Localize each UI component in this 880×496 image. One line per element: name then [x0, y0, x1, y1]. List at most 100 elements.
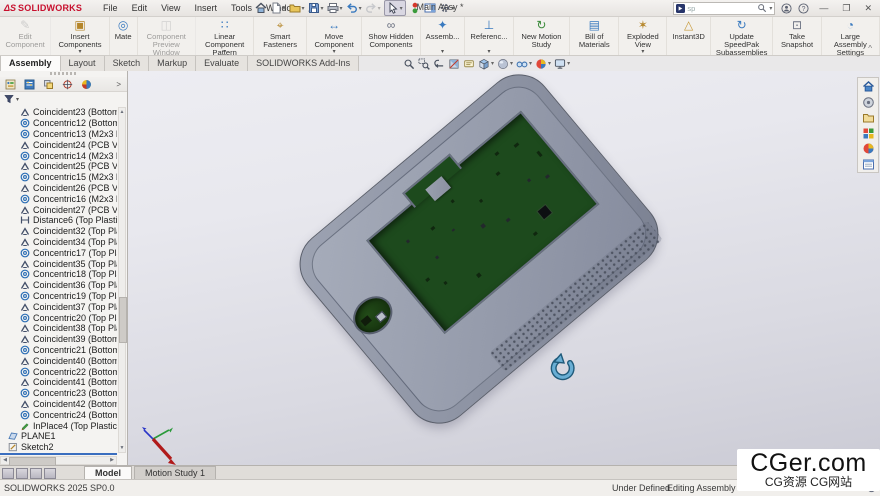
tree-item-sketch2[interactable]: Sketch2: [0, 442, 117, 453]
redo-dropdown-icon[interactable]: ▾: [378, 5, 381, 12]
view-orientation-icon[interactable]: ▾: [478, 58, 494, 70]
ribbon-dropdown-icon[interactable]: ▾: [223, 48, 226, 55]
print-dropdown-icon[interactable]: ▾: [340, 5, 343, 12]
ribbon-button-referenc[interactable]: ⊥Referenc...▾: [465, 17, 513, 55]
custom-properties-icon[interactable]: [862, 158, 875, 171]
tab-evaluate[interactable]: Evaluate: [195, 55, 248, 71]
ribbon-dropdown-icon[interactable]: ▾: [641, 48, 644, 55]
menu-edit[interactable]: Edit: [125, 3, 155, 13]
ribbon-collapse-button[interactable]: ^: [868, 44, 872, 53]
search-input[interactable]: sp ▾: [673, 2, 775, 15]
ribbon-button-update-speedpak-subassemblies[interactable]: ↻Update SpeedPak Subassemblies: [711, 17, 774, 55]
menu-view[interactable]: View: [154, 3, 187, 13]
tree-item-coincident38[interactable]: Coincident38 (Top Plastic P: [0, 323, 117, 334]
animation-control-button[interactable]: [16, 468, 28, 479]
tree-item-concentric16[interactable]: Concentric16 (M2x3 brass ir: [0, 193, 117, 204]
zoom-to-fit-icon[interactable]: [403, 58, 415, 70]
open-dropdown-icon[interactable]: ▾: [302, 5, 305, 12]
undo-dropdown-icon[interactable]: ▾: [359, 5, 362, 12]
task-pane-toggle-icon[interactable]: [424, 1, 436, 15]
rollback-bar[interactable]: [0, 453, 117, 455]
ribbon-button-smart-fasteners[interactable]: ⌖Smart Fasteners: [254, 17, 307, 55]
minimize-button[interactable]: —: [815, 3, 832, 13]
scroll-left-icon[interactable]: ◀: [1, 457, 9, 464]
panel-expand-icon[interactable]: >: [116, 80, 121, 89]
tree-item-concentric17[interactable]: Concentric17 (Top Plastic P: [0, 247, 117, 258]
ribbon-button-new-motion-study[interactable]: ↻New Motion Study: [514, 17, 571, 55]
ribbon-button-show-hidden-components[interactable]: ∞Show Hidden Components: [362, 17, 420, 55]
help-icon[interactable]: ?: [798, 3, 809, 14]
appearances-scenes-icon[interactable]: [862, 142, 875, 155]
account-icon[interactable]: [781, 3, 792, 14]
tree-item-coincident35[interactable]: Coincident35 (Top Plastic P: [0, 258, 117, 269]
tree-item-concentric22[interactable]: Concentric22 (Bottom plast: [0, 366, 117, 377]
propertymanager-tab-icon[interactable]: [24, 79, 35, 90]
ribbon-button-exploded-view[interactable]: ✶Exploded View▾: [619, 17, 667, 55]
tree-item-coincident36[interactable]: Coincident36 (Top Plastic P: [0, 280, 117, 291]
design-library-icon[interactable]: [862, 96, 875, 109]
select-cursor-icon[interactable]: ▾: [384, 0, 406, 16]
model-tab-model[interactable]: Model: [84, 466, 132, 480]
options-gear-dropdown-icon[interactable]: ▾: [452, 5, 455, 12]
dynamic-annotation-views-icon[interactable]: [463, 58, 475, 70]
ribbon-dropdown-icon[interactable]: ▾: [441, 48, 444, 55]
tree-item-distance6[interactable]: Distance6 (Top Plastic Part-: [0, 215, 117, 226]
tree-item-plane1[interactable]: PLANE1: [0, 431, 117, 442]
print-icon[interactable]: ▾: [327, 1, 343, 15]
file-explorer-icon[interactable]: [862, 111, 875, 124]
animation-control-button[interactable]: [2, 468, 14, 479]
graphics-area[interactable]: [128, 71, 880, 465]
tree-item-coincident37[interactable]: Coincident37 (Top Plastic P: [0, 301, 117, 312]
close-button[interactable]: ✕: [860, 3, 876, 14]
hide-show-items-icon[interactable]: ▾: [516, 58, 532, 70]
tree-item-concentric13[interactable]: Concentric13 (M2x3 brass ir: [0, 129, 117, 140]
tree-item-coincident27[interactable]: Coincident27 (PCB V2.0<1>: [0, 204, 117, 215]
tree-item-concentric12[interactable]: Concentric12 (Bottom plast: [0, 118, 117, 129]
vertical-scroll-thumb[interactable]: [119, 297, 127, 343]
scroll-right-icon[interactable]: ▶: [108, 457, 116, 464]
search-type-icon[interactable]: [676, 4, 685, 13]
open-icon[interactable]: ▾: [289, 1, 305, 15]
menu-file[interactable]: File: [96, 3, 125, 13]
tab-markup[interactable]: Markup: [148, 55, 196, 71]
tree-item-coincident41[interactable]: Coincident41 (Bottom plast: [0, 377, 117, 388]
tree-item-concentric20[interactable]: Concentric20 (Top Plastic P: [0, 312, 117, 323]
panel-grip[interactable]: [50, 72, 76, 75]
new-document-icon[interactable]: ▾: [270, 1, 286, 15]
ribbon-button-take-snapshot[interactable]: ⊡Take Snapshot: [773, 17, 821, 55]
display-style-dropdown-icon[interactable]: ▾: [510, 60, 513, 67]
ribbon-button-linear-component-pattern[interactable]: ∷Linear Component Pattern▾: [196, 17, 254, 55]
ribbon-button-instant3d[interactable]: △Instant3D: [667, 17, 711, 55]
edit-appearance-dropdown-icon[interactable]: ▾: [548, 60, 551, 67]
ribbon-button-bill-of-materials[interactable]: ▤Bill of Materials: [570, 17, 619, 55]
undo-icon[interactable]: ▾: [346, 1, 362, 15]
view-settings-dropdown-icon[interactable]: ▾: [567, 60, 570, 67]
new-document-dropdown-icon[interactable]: ▾: [283, 5, 286, 12]
scroll-down-icon[interactable]: ▼: [119, 444, 125, 452]
assembly-model[interactable]: [286, 71, 673, 437]
featuremanager-tab-icon[interactable]: [5, 79, 16, 90]
view-orientation-dropdown-icon[interactable]: ▾: [491, 60, 494, 67]
filter-dropdown-icon[interactable]: ▾: [16, 96, 19, 103]
animation-control-button[interactable]: [44, 468, 56, 479]
ribbon-button-mate[interactable]: ◎Mate: [110, 17, 138, 55]
tab-solidworks-add-ins[interactable]: SOLIDWORKS Add-Ins: [247, 55, 359, 71]
tree-item-coincident40[interactable]: Coincident40 (Bottom plast: [0, 355, 117, 366]
tree-item-coincident23[interactable]: Coincident23 (Bottom plast: [0, 107, 117, 118]
tree-item-inplace4[interactable]: InPlace4 (Top Plastic Part<2: [0, 420, 117, 431]
tree-vertical-scrollbar[interactable]: ▲ ▼: [118, 107, 126, 453]
search-dropdown[interactable]: ▾: [769, 5, 772, 12]
tree-item-concentric23[interactable]: Concentric23 (Bottom plast: [0, 388, 117, 399]
displaymanager-tab-icon[interactable]: [81, 79, 92, 90]
configurationmanager-tab-icon[interactable]: [43, 79, 54, 90]
tree-item-concentric24[interactable]: Concentric24 (Bottom plast: [0, 409, 117, 420]
tab-layout[interactable]: Layout: [60, 55, 105, 71]
tree-item-coincident24[interactable]: Coincident24 (PCB V2.0<1>: [0, 139, 117, 150]
tree-item-coincident39[interactable]: Coincident39 (Bottom plast: [0, 334, 117, 345]
model-tab-motion-study-1[interactable]: Motion Study 1: [134, 466, 216, 480]
tree-item-coincident25[interactable]: Coincident25 (PCB V2.0<1>: [0, 161, 117, 172]
display-style-icon[interactable]: ▾: [497, 58, 513, 70]
view-palette-icon[interactable]: [862, 127, 875, 140]
hide-show-items-dropdown-icon[interactable]: ▾: [529, 60, 532, 67]
solidworks-resources-icon[interactable]: [862, 80, 875, 93]
